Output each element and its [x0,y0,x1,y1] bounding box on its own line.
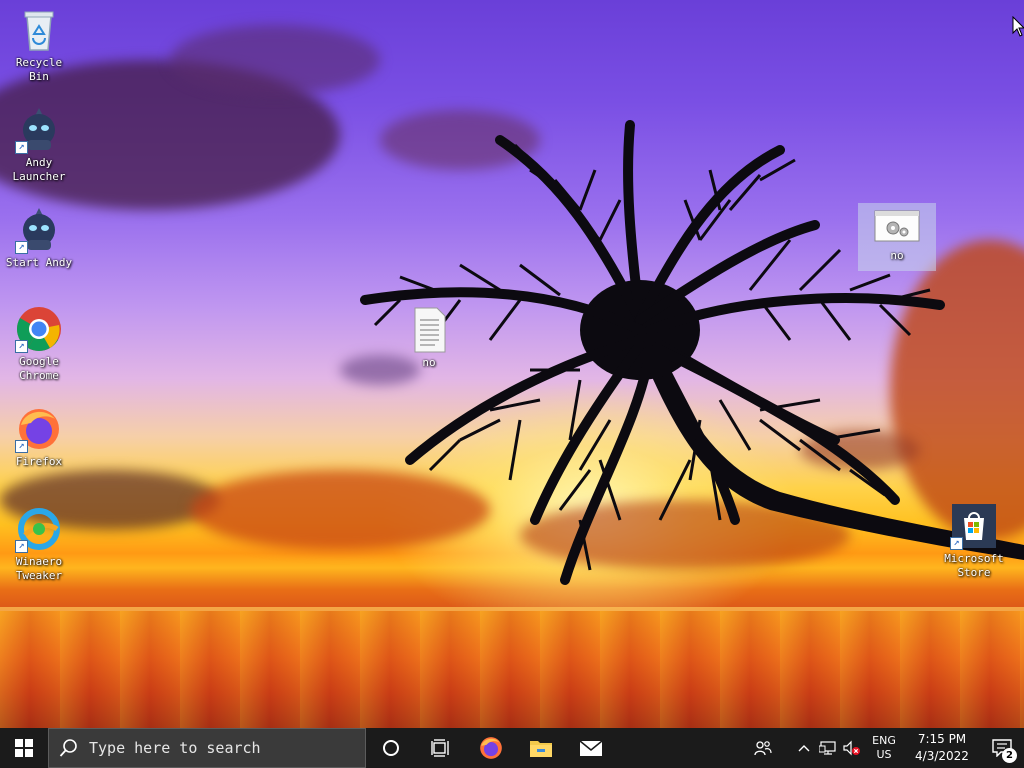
taskbar: Type here to search ENG US 7:15 PM 4/3/2… [0,728,1024,768]
show-hidden-icons-button[interactable] [792,728,816,768]
volume-muted-icon [843,740,860,756]
desktop-icon-text-file[interactable]: no [390,306,468,370]
input-language-indicator[interactable]: ENG US [864,728,904,768]
mouse-cursor-icon [1012,16,1024,37]
shortcut-arrow-icon: ↗ [15,540,28,553]
cortana-icon [383,740,399,756]
language-code: ENG [872,734,896,747]
shortcut-arrow-icon: ↗ [15,141,28,154]
shortcut-arrow-icon: ↗ [15,440,28,453]
winaero-icon: ↗ [15,505,63,553]
search-icon [59,739,77,757]
clock-date: 4/3/2022 [915,749,969,763]
desktop-icon-label: Winaero Tweaker [15,555,63,582]
desktop-icon-recycle-bin[interactable]: Recycle Bin [0,6,78,84]
firefox-icon [480,737,502,759]
task-view-button[interactable] [416,728,466,768]
taskbar-mail-button[interactable] [566,728,616,768]
mail-icon [579,740,603,756]
desktop-icon-label: no [422,356,436,369]
people-button[interactable] [748,728,778,768]
windows-logo-icon [15,739,33,757]
recycle-bin-icon [15,6,63,54]
desktop-icon-label: Andy Launcher [12,156,66,183]
file-explorer-icon [530,741,552,757]
network-icon [819,741,836,755]
taskbar-spacer [616,728,748,768]
cortana-button[interactable] [366,728,416,768]
taskbar-search-box[interactable]: Type here to search [48,728,366,768]
desktop-icon-label: Google Chrome [19,355,59,382]
andy-icon: ↗ [15,106,63,154]
shortcut-arrow-icon: ↗ [950,537,963,550]
microsoft-store-icon: ↗ [950,502,998,550]
tray-gap [778,728,792,768]
taskbar-firefox-button[interactable] [466,728,516,768]
text-document-icon [405,306,453,354]
desktop-icon-firefox[interactable]: ↗ Firefox [0,405,78,469]
desktop-icon-label: no [890,249,904,262]
volume-button[interactable] [840,728,864,768]
andy-icon: ↗ [15,206,63,254]
notification-count-badge: 2 [1002,748,1017,763]
start-button[interactable] [0,728,48,768]
shortcut-arrow-icon: ↗ [15,340,28,353]
firefox-icon: ↗ [15,405,63,453]
chrome-icon: ↗ [15,305,63,353]
network-button[interactable] [816,728,840,768]
desktop-icon-label: Microsoft Store [944,552,1004,579]
desktop-icon-google-chrome[interactable]: ↗ Google Chrome [0,305,78,383]
desktop-icon-microsoft-store[interactable]: ↗ Microsoft Store [935,502,1013,580]
clock-time: 7:15 PM [917,732,967,746]
desktop[interactable]: Recycle Bin ↗ Andy Launcher ↗ Start Andy… [0,0,1024,728]
action-center-button[interactable]: 2 [980,728,1024,768]
desktop-icon-start-andy[interactable]: ↗ Start Andy [0,206,78,270]
desktop-icon-andy-launcher[interactable]: ↗ Andy Launcher [0,106,78,184]
desktop-icon-label: Firefox [15,455,63,468]
desktop-icon-settings-file[interactable]: no [858,203,936,271]
desktop-icon-label: Recycle Bin [15,56,63,83]
people-icon [754,741,772,756]
taskbar-clock[interactable]: 7:15 PM 4/3/2022 [904,728,980,768]
desktop-icon-label: Start Andy [5,256,73,269]
settings-file-icon [873,209,921,243]
region-code: US [876,748,892,761]
search-placeholder: Type here to search [89,739,261,757]
shortcut-arrow-icon: ↗ [15,241,28,254]
wallpaper-palm-tree [360,120,1024,585]
chevron-up-icon [798,745,810,752]
taskbar-file-explorer-button[interactable] [516,728,566,768]
task-view-icon [431,739,449,757]
desktop-icon-winaero-tweaker[interactable]: ↗ Winaero Tweaker [0,505,78,583]
